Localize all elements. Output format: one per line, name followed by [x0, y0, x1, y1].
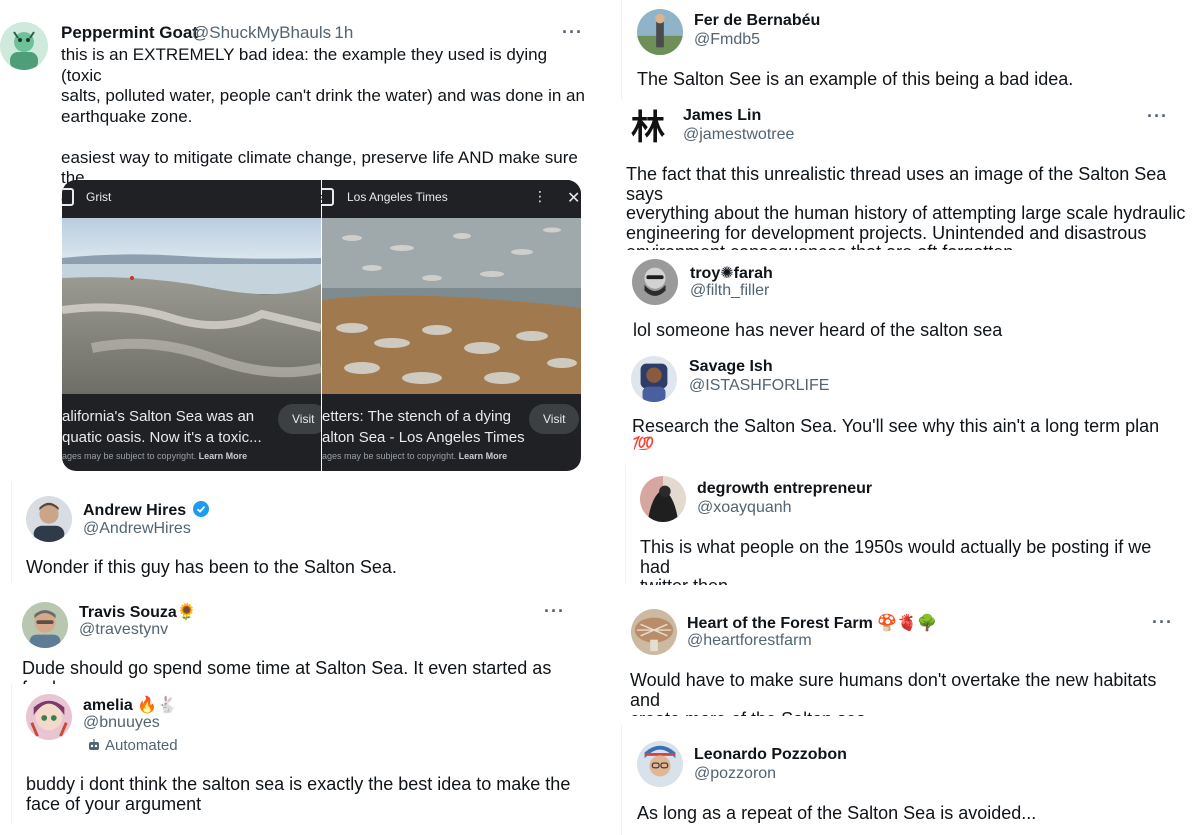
avatar[interactable] — [26, 496, 72, 542]
tweet-text: Would have to make sure humans don't ove… — [630, 670, 1157, 716]
tweet-text: The Salton See is an example of this bei… — [637, 69, 1074, 89]
tweet-text: Research the Salton Sea. You'll see why … — [632, 416, 1165, 450]
avatar[interactable] — [631, 609, 677, 655]
learn-more-link[interactable]: Learn More — [459, 451, 508, 461]
tweet-text: Dude should go spend some time at Salton… — [22, 658, 552, 684]
tweet-travis-souza[interactable]: Travis Souza🌻 @travestynv ··· Dude shoul… — [10, 596, 580, 684]
timestamp[interactable]: · 1h — [324, 23, 353, 43]
image-result-grist[interactable]: Grist ⋮ alifornia's Salton Sea was an qu… — [62, 180, 321, 471]
avatar[interactable] — [640, 476, 686, 522]
automated-text: Automated — [105, 737, 178, 754]
display-name[interactable]: Andrew Hires — [83, 501, 209, 522]
image-source: Grist — [86, 190, 112, 204]
tweet-text: lol someone has never heard of the salto… — [633, 320, 1003, 340]
display-name[interactable]: Travis Souza🌻 — [79, 602, 197, 622]
close-icon[interactable]: ✕ — [567, 188, 580, 208]
tweet-troy-farah[interactable]: troy✺farah @filth_filler lol someone has… — [620, 253, 1180, 348]
tweet-text: The fact that this unrealistic thread us… — [626, 164, 1186, 250]
more-options-icon[interactable]: ··· — [1152, 612, 1173, 633]
avatar[interactable] — [632, 259, 678, 305]
username[interactable]: @travestynv — [79, 621, 168, 639]
grist-logo-icon — [62, 188, 74, 206]
avatar[interactable] — [22, 602, 68, 648]
display-name[interactable]: amelia 🔥🐇 — [83, 695, 177, 715]
robot-icon — [87, 738, 101, 756]
username[interactable]: @jamestwotree — [683, 126, 794, 144]
copyright-notice: ages may be subject to copyright. Learn … — [322, 451, 507, 461]
avatar[interactable] — [0, 22, 48, 70]
image-menu-icon[interactable]: ⋮ — [533, 188, 547, 205]
copyright-notice: ages may be subject to copyright. Learn … — [62, 451, 247, 461]
la-times-logo-icon — [322, 188, 334, 206]
display-name[interactable]: Leonardo Pozzobon — [694, 746, 847, 764]
display-name[interactable]: James Lin — [683, 107, 761, 125]
display-name[interactable]: Peppermint Goat — [61, 23, 198, 43]
username[interactable]: @xoayquanh — [697, 499, 792, 517]
username[interactable]: @ISTASHFORLIFE — [689, 377, 829, 395]
tweet-heart-of-the-forest-farm[interactable]: Heart of the Forest Farm 🍄🫀🌳 @heartfores… — [620, 601, 1180, 716]
image-caption[interactable]: etters: The stench of a dying alton Sea … — [322, 406, 525, 448]
avatar[interactable]: 林 — [624, 104, 672, 152]
verified-badge-icon — [192, 501, 209, 522]
username[interactable]: @AndrewHires — [83, 520, 191, 538]
more-options-icon[interactable]: ··· — [1147, 106, 1168, 127]
image-caption[interactable]: alifornia's Salton Sea was an quatic oas… — [62, 406, 262, 448]
display-name-text: Andrew Hires — [83, 502, 187, 519]
tweet-text: Wonder if this guy has been to the Salto… — [26, 557, 397, 577]
tweet-leonardo-pozzobon[interactable]: Leonardo Pozzobon @pozzoron As long as a… — [622, 733, 1182, 835]
visit-button[interactable]: Visit — [529, 404, 580, 434]
display-name[interactable]: degrowth entrepreneur — [697, 480, 872, 498]
visit-button[interactable]: Visit — [278, 404, 321, 434]
avatar[interactable] — [26, 694, 72, 740]
avatar[interactable] — [637, 741, 683, 787]
username[interactable]: @bnuuyes — [83, 714, 160, 732]
tweet-text: buddy i dont think the salton sea is exa… — [26, 774, 571, 814]
salton-shore-photo — [62, 218, 321, 394]
username[interactable]: @Fmdb5 — [694, 31, 760, 49]
avatar-glyph: 林 — [631, 108, 665, 148]
more-options-icon[interactable]: ··· — [544, 601, 565, 622]
display-name[interactable]: Fer de Bernabéu — [694, 12, 820, 30]
tweet-andrew-hires[interactable]: Andrew Hires @AndrewHires Wonder if this… — [12, 486, 572, 586]
display-name[interactable]: troy✺farah — [690, 263, 773, 283]
username[interactable]: @ShuckMyBhauls — [192, 23, 331, 43]
display-name[interactable]: Heart of the Forest Farm 🍄🫀🌳 — [687, 613, 937, 633]
username[interactable]: @heartforestfarm — [687, 632, 812, 650]
learn-more-link[interactable]: Learn More — [199, 451, 248, 461]
image-source: Los Angeles Times — [347, 190, 448, 204]
tweet-text: This is what people on the 1950s would a… — [640, 537, 1152, 585]
avatar[interactable] — [631, 356, 677, 402]
avatar[interactable] — [637, 9, 683, 55]
tweet-savage-ish[interactable]: Savage Ish @ISTASHFORLIFE Research the S… — [620, 350, 1180, 450]
tweet-amelia[interactable]: amelia 🔥🐇 @bnuuyes Automated buddy i don… — [12, 688, 572, 823]
username[interactable]: @pozzoron — [694, 765, 776, 783]
more-options-icon[interactable]: ··· — [562, 22, 583, 43]
tweet-fer-de-bernabeu[interactable]: Fer de Bernabéu @Fmdb5 The Salton See is… — [622, 0, 1182, 100]
dead-fish-photo — [322, 218, 581, 394]
tweet-degrowth-entrepreneur[interactable]: degrowth entrepreneur @xoayquanh This is… — [626, 470, 1182, 585]
tweet-text: As long as a repeat of the Salton Sea is… — [637, 803, 1037, 823]
copyright-text: ages may be subject to copyright. — [62, 451, 197, 461]
display-name[interactable]: Savage Ish — [689, 358, 773, 376]
username[interactable]: @filth_filler — [690, 282, 769, 300]
copyright-text: ages may be subject to copyright. — [322, 451, 457, 461]
image-result-la-times[interactable]: ✕ Los Angeles Times ⋮ ✕ etters: The sten… — [322, 180, 581, 471]
tweet-james-lin[interactable]: 林 James Lin @jamestwotree ··· The fact t… — [612, 100, 1187, 250]
automated-label: Automated — [87, 737, 178, 756]
